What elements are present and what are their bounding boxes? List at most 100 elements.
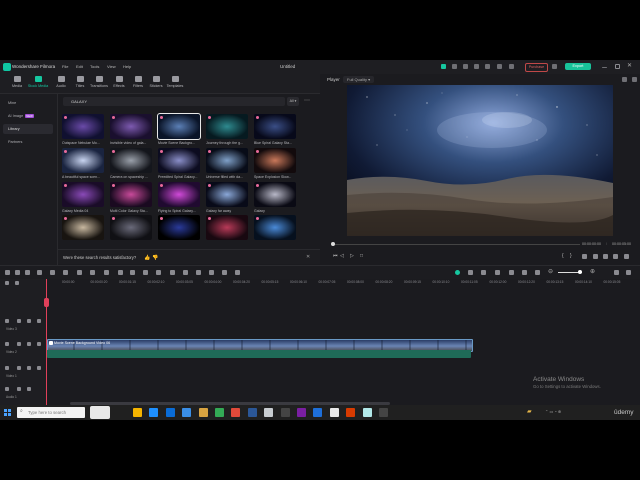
mic-icon[interactable]: [495, 270, 500, 275]
media-thumbnail[interactable]: [62, 215, 104, 240]
taskbar-app-icon[interactable]: [346, 408, 356, 417]
subtitle-icon[interactable]: [535, 270, 540, 275]
favorite-icon[interactable]: [160, 217, 163, 220]
keyframe-icon[interactable]: [170, 270, 175, 275]
favorite-icon[interactable]: [112, 150, 115, 153]
lock-icon[interactable]: [17, 342, 21, 346]
favorite-icon[interactable]: [256, 184, 259, 187]
media-thumbnail[interactable]: [206, 148, 248, 173]
quality-dropdown[interactable]: Full Quality ▾: [343, 76, 375, 83]
sidebar-item-partners[interactable]: Partners: [3, 137, 53, 147]
audio-mute-icon[interactable]: [27, 342, 31, 346]
media-thumbnail[interactable]: [62, 148, 104, 173]
more-tools-icon[interactable]: [235, 270, 240, 275]
favorite-icon[interactable]: [160, 150, 163, 153]
windows-start-icon[interactable]: [4, 409, 11, 416]
favorite-icon[interactable]: [112, 184, 115, 187]
snapshot-icon[interactable]: [603, 254, 608, 259]
voiceover-icon[interactable]: [509, 270, 514, 275]
favorite-icon[interactable]: [64, 116, 67, 119]
media-thumbnail[interactable]: [157, 113, 201, 140]
cloud-icon[interactable]: [452, 64, 457, 69]
select-icon[interactable]: [15, 270, 20, 275]
monitor-icon[interactable]: [474, 64, 479, 69]
taskbar-app-icon[interactable]: [379, 408, 388, 417]
tracking-icon[interactable]: [209, 270, 214, 275]
media-thumbnail[interactable]: [158, 182, 200, 207]
audio-icon[interactable]: [156, 270, 161, 275]
more-icon[interactable]: [626, 270, 631, 275]
gift-icon[interactable]: [441, 64, 446, 69]
media-thumbnail[interactable]: [62, 182, 104, 207]
thumbs-up-icon[interactable]: 👍: [144, 255, 150, 261]
media-thumbnail[interactable]: [254, 148, 296, 173]
media-thumbnail[interactable]: [62, 114, 104, 139]
timeline-ruler[interactable]: 00:00:00 00:00:00:20 00:00:01:15 00:00:02:1…: [46, 279, 640, 288]
display-icon[interactable]: [593, 254, 598, 259]
taskbar-app-icon[interactable]: [264, 408, 274, 417]
player-scrubber[interactable]: 00:00:00:00 / 00:00:05:00: [330, 242, 631, 248]
close-icon[interactable]: ✕: [627, 62, 632, 69]
favorite-icon[interactable]: [256, 217, 259, 220]
shield-icon[interactable]: [481, 270, 486, 275]
delete-icon[interactable]: [50, 270, 55, 275]
favorite-icon[interactable]: [64, 150, 67, 153]
bell-icon[interactable]: [485, 64, 490, 69]
taskbar-app-icon[interactable]: [165, 408, 175, 417]
favorite-icon[interactable]: [208, 217, 211, 220]
minimize-icon[interactable]: [602, 67, 607, 68]
avatar[interactable]: [509, 64, 514, 69]
crop-icon[interactable]: [77, 270, 82, 275]
layout-icon[interactable]: [463, 64, 468, 69]
purchase-button[interactable]: Purchase: [525, 63, 548, 72]
undo-icon[interactable]: [25, 270, 30, 275]
taskbar-app-icon[interactable]: [297, 408, 306, 417]
menu-tools[interactable]: Tools: [90, 64, 99, 69]
taskbar-app-icon[interactable]: [280, 408, 290, 417]
export-button[interactable]: Export: [565, 63, 591, 70]
media-thumbnail[interactable]: [110, 182, 152, 207]
mark-in-icon[interactable]: {: [562, 253, 564, 259]
grid-icon[interactable]: [614, 270, 619, 275]
tab-media[interactable]: Media: [6, 76, 28, 92]
download-icon[interactable]: [497, 64, 502, 69]
sidebar-item-ai-image[interactable]: AI Image NEW: [3, 111, 53, 121]
eye-icon[interactable]: [37, 319, 41, 323]
audio-mute-icon[interactable]: [27, 387, 31, 391]
taskbar-app-icon[interactable]: [231, 408, 241, 417]
media-thumbnail[interactable]: [206, 182, 248, 207]
lock-icon[interactable]: [17, 366, 21, 370]
prev-frame-icon[interactable]: ⏮: [333, 253, 338, 259]
menu-view[interactable]: View: [107, 64, 116, 69]
add-track-icon[interactable]: [5, 281, 9, 285]
more-options-icon[interactable]: ⋯: [304, 97, 310, 105]
taskbar-app-icon[interactable]: [198, 408, 208, 417]
step-back-icon[interactable]: ◁: [340, 253, 344, 259]
snapshot-icon[interactable]: [622, 77, 627, 82]
playhead-handle[interactable]: [44, 298, 49, 307]
media-thumbnail[interactable]: [110, 114, 152, 139]
filter-dropdown[interactable]: All ▾: [287, 97, 299, 106]
color-icon[interactable]: [130, 270, 135, 275]
zoom-handle[interactable]: [578, 270, 582, 274]
redo-icon[interactable]: [37, 270, 42, 275]
media-thumbnail[interactable]: [158, 215, 200, 240]
link-icon[interactable]: [15, 281, 19, 285]
stabilize-icon[interactable]: [222, 270, 227, 275]
split-icon[interactable]: [63, 270, 68, 275]
layout-icon[interactable]: [5, 270, 10, 275]
media-thumbnail[interactable]: [254, 114, 296, 139]
menu-edit[interactable]: Edit: [76, 64, 83, 69]
render-preview-icon[interactable]: [455, 270, 460, 275]
favorite-icon[interactable]: [208, 116, 211, 119]
taskbar-search-input[interactable]: [17, 407, 85, 418]
media-thumbnail[interactable]: [206, 215, 248, 240]
tab-templates[interactable]: Templates: [164, 76, 186, 92]
text-icon[interactable]: [104, 270, 109, 275]
media-thumbnail[interactable]: [158, 148, 200, 173]
menu-help[interactable]: Help: [123, 64, 131, 69]
media-thumbnail[interactable]: [110, 215, 152, 240]
zoom-out-icon[interactable]: ⊖: [548, 268, 553, 275]
image-icon[interactable]: [522, 270, 527, 275]
eye-icon[interactable]: [37, 366, 41, 370]
